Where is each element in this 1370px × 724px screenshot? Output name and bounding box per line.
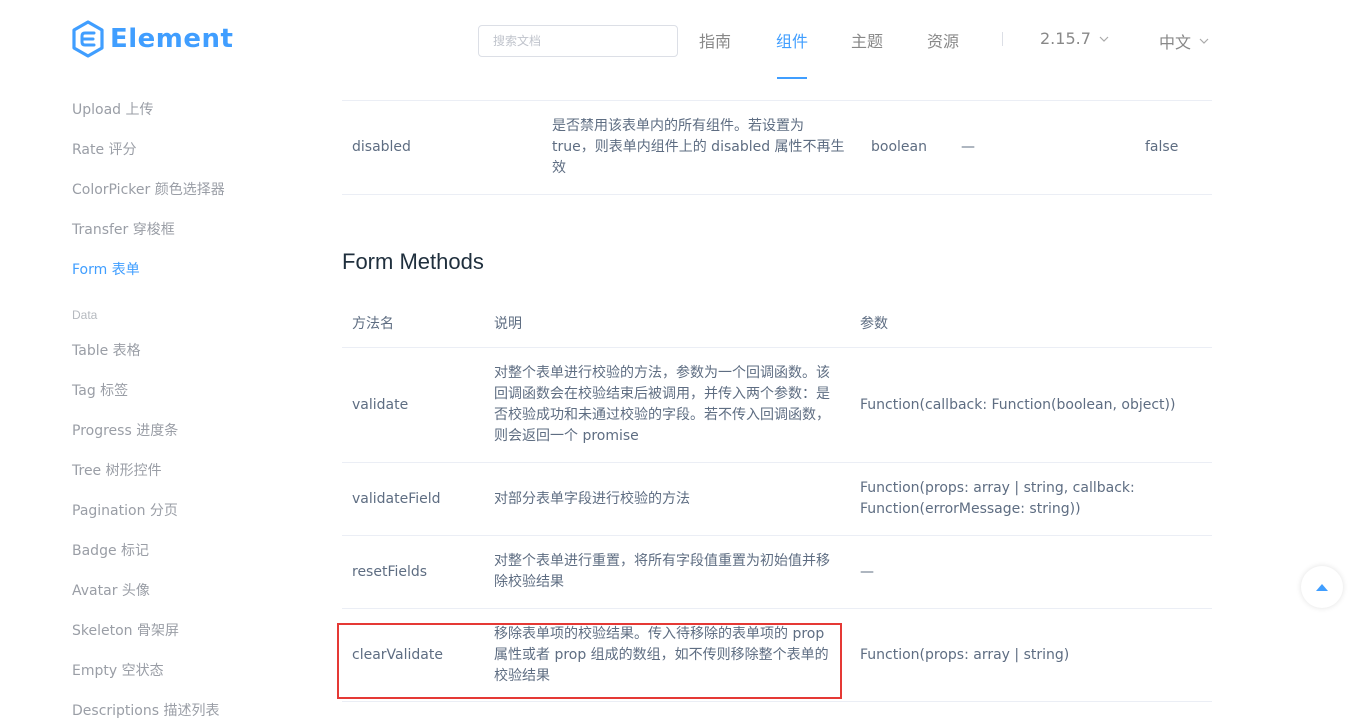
table-divider bbox=[342, 462, 1212, 463]
table-divider bbox=[342, 535, 1212, 536]
attr-default: false bbox=[1145, 139, 1179, 155]
sidebar-item-progress[interactable]: Progress 进度条 bbox=[72, 420, 178, 440]
method-name: validateField bbox=[352, 491, 441, 507]
nav-resource[interactable]: 资源 bbox=[927, 28, 959, 52]
method-description: 对整个表单进行校验的方法，参数为一个回调函数。该 回调函数会在校验结束后被调用，… bbox=[494, 365, 830, 444]
nav-theme[interactable]: 主题 bbox=[851, 28, 883, 52]
table-divider bbox=[342, 608, 1212, 609]
method-name: validate bbox=[352, 397, 409, 413]
sidebar-item-tag[interactable]: Tag 标签 bbox=[72, 380, 128, 400]
logo[interactable]: Element bbox=[71, 20, 233, 58]
column-header-params: 参数 bbox=[860, 316, 888, 332]
sidebar-item-skeleton[interactable]: Skeleton 骨架屏 bbox=[72, 620, 179, 640]
sidebar-item-table[interactable]: Table 表格 bbox=[72, 340, 141, 360]
caret-up-icon bbox=[1316, 584, 1328, 591]
sidebar-item-empty[interactable]: Empty 空状态 bbox=[72, 660, 164, 680]
sidebar-item-rate[interactable]: Rate 评分 bbox=[72, 139, 137, 159]
top-header: Element 指南 组件 主题 资源 2.15.7 中文 bbox=[0, 0, 1370, 80]
nav-guide[interactable]: 指南 bbox=[699, 28, 731, 52]
sidebar-item-descriptions[interactable]: Descriptions 描述列表 bbox=[72, 700, 219, 720]
table-divider bbox=[342, 100, 1212, 101]
method-name: clearValidate bbox=[352, 647, 443, 663]
column-header-description: 说明 bbox=[494, 316, 522, 332]
method-description: 移除表单项的校验结果。传入待移除的表单项的 prop 属性或者 prop 组成的… bbox=[494, 626, 829, 684]
method-name: resetFields bbox=[352, 564, 428, 580]
version-dropdown[interactable]: 2.15.7 bbox=[1040, 29, 1109, 48]
method-params: — bbox=[860, 564, 874, 580]
active-nav-indicator bbox=[777, 77, 807, 79]
logo-text: Element bbox=[110, 24, 234, 54]
sidebar-group-data: Data bbox=[72, 308, 98, 322]
nav-divider bbox=[1002, 32, 1003, 46]
nav-component[interactable]: 组件 bbox=[776, 28, 808, 52]
sidebar-item-pagination[interactable]: Pagination 分页 bbox=[72, 500, 178, 520]
language-dropdown[interactable]: 中文 bbox=[1159, 29, 1209, 53]
method-params: Function(props: array | string, callback… bbox=[860, 480, 1135, 517]
sidebar-item-tree[interactable]: Tree 树形控件 bbox=[72, 460, 162, 480]
version-label: 2.15.7 bbox=[1040, 29, 1091, 48]
method-params: Function(props: array | string) bbox=[860, 647, 1070, 663]
language-label: 中文 bbox=[1159, 33, 1192, 52]
table-divider bbox=[342, 701, 1212, 702]
sidebar-item-upload[interactable]: Upload 上传 bbox=[72, 99, 154, 119]
table-divider bbox=[342, 347, 1212, 348]
sidebar-item-colorpicker[interactable]: ColorPicker 颜色选择器 bbox=[72, 179, 225, 199]
search-input[interactable] bbox=[478, 25, 678, 57]
chevron-down-icon bbox=[1099, 36, 1109, 42]
element-logo-icon bbox=[72, 20, 104, 58]
chevron-down-icon bbox=[1199, 38, 1209, 44]
sidebar-item-transfer[interactable]: Transfer 穿梭框 bbox=[72, 219, 175, 239]
method-description: 对整个表单进行重置，将所有字段值重置为初始值并移 除校验结果 bbox=[494, 553, 830, 590]
attr-description: 是否禁用该表单内的所有组件。若设置为 true，则表单内组件上的 disable… bbox=[552, 118, 845, 176]
method-description: 对部分表单字段进行校验的方法 bbox=[494, 491, 690, 507]
column-header-method: 方法名 bbox=[352, 316, 394, 332]
back-to-top-button[interactable] bbox=[1301, 566, 1343, 608]
table-divider bbox=[342, 194, 1212, 195]
attr-type: boolean bbox=[871, 139, 927, 155]
section-title-form-methods: Form Methods bbox=[342, 249, 484, 274]
sidebar-item-badge[interactable]: Badge 标记 bbox=[72, 540, 149, 560]
sidebar-item-form[interactable]: Form 表单 bbox=[72, 259, 140, 279]
method-params: Function(callback: Function(boolean, obj… bbox=[860, 397, 1176, 413]
attr-name: disabled bbox=[352, 139, 411, 155]
sidebar-item-avatar[interactable]: Avatar 头像 bbox=[72, 580, 150, 600]
attr-options: — bbox=[961, 139, 975, 155]
